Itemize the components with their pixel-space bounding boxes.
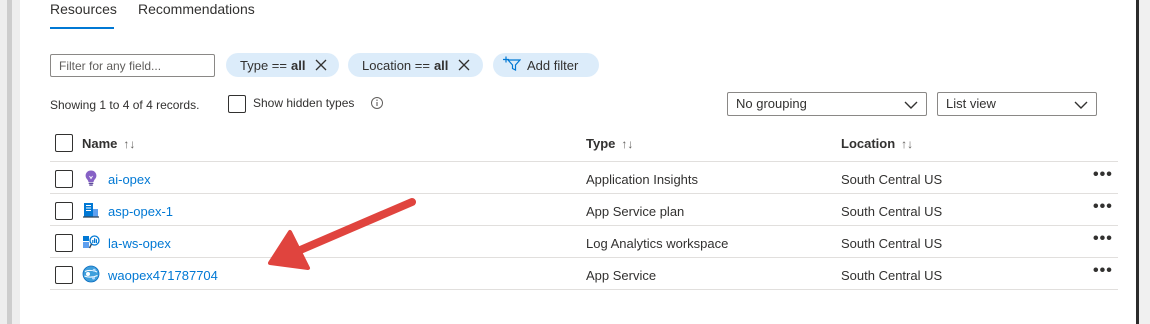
more-options-icon[interactable]: ••• [1093, 198, 1113, 216]
select-all-checkbox[interactable] [55, 134, 73, 152]
more-options-icon[interactable]: ••• [1093, 262, 1113, 280]
resource-type: App Service [586, 268, 657, 283]
table-row[interactable]: ai-opex Application Insights South Centr… [0, 162, 1150, 194]
sort-icon: ↑↓ [621, 137, 634, 151]
row-checkbox[interactable] [55, 266, 73, 284]
chevron-down-icon [1074, 98, 1088, 113]
filter-input[interactable] [50, 54, 215, 77]
log-analytics-icon [82, 233, 100, 251]
resource-name-link[interactable]: ai-opex [108, 172, 151, 187]
view-dropdown-value: List view [946, 96, 996, 111]
active-tab-indicator [50, 27, 114, 29]
grouping-dropdown[interactable]: No grouping [727, 92, 927, 116]
view-dropdown[interactable]: List view [937, 92, 1097, 116]
show-hidden-types-checkbox[interactable] [228, 95, 246, 113]
resource-location: South Central US [841, 172, 943, 187]
records-count-text: Showing 1 to 4 of 4 records. [50, 98, 200, 112]
location-filter-key: Location == [362, 57, 430, 73]
resource-type: Log Analytics workspace [586, 236, 729, 251]
column-header-location-label: Location [841, 136, 896, 151]
table-row[interactable]: waopex471787704 App Service South Centra… [0, 258, 1150, 290]
table-row[interactable]: asp-opex-1 App Service plan South Centra… [0, 194, 1150, 226]
application-insights-icon [82, 169, 100, 187]
resource-location: South Central US [841, 268, 943, 283]
type-filter-value: all [290, 57, 306, 73]
type-filter-pill[interactable]: Type == all [226, 53, 339, 77]
resource-name-link[interactable]: waopex471787704 [108, 268, 218, 283]
resource-name-link[interactable]: asp-opex-1 [108, 204, 173, 219]
row-checkbox[interactable] [55, 202, 73, 220]
close-icon[interactable] [315, 59, 327, 71]
row-checkbox[interactable] [55, 234, 73, 252]
tab-resources[interactable]: Resources [50, 1, 117, 17]
resource-location: South Central US [841, 236, 943, 251]
column-header-name-label: Name [82, 136, 118, 151]
table-row[interactable]: la-ws-opex Log Analytics workspace South… [0, 226, 1150, 258]
more-options-icon[interactable]: ••• [1093, 230, 1113, 248]
show-hidden-types-label: Show hidden types [253, 96, 355, 110]
more-options-icon[interactable]: ••• [1093, 166, 1113, 184]
resource-name-link[interactable]: la-ws-opex [108, 236, 171, 251]
row-checkbox[interactable] [55, 170, 73, 188]
add-filter-button[interactable]: Add filter [493, 53, 599, 77]
app-service-plan-icon [82, 201, 100, 219]
column-header-location[interactable]: Location ↑↓ [841, 136, 913, 151]
resource-type: App Service plan [586, 204, 685, 219]
column-header-type-label: Type [586, 136, 616, 151]
add-filter-label: Add filter [527, 57, 579, 73]
resource-location: South Central US [841, 204, 943, 219]
add-filter-icon [503, 56, 522, 75]
sort-icon: ↑↓ [123, 137, 136, 151]
column-header-name[interactable]: Name ↑↓ [82, 136, 135, 151]
type-filter-key: Type == [240, 57, 287, 73]
sort-icon: ↑↓ [901, 137, 914, 151]
resource-type: Application Insights [586, 172, 699, 187]
tab-recommendations[interactable]: Recommendations [138, 1, 255, 17]
column-header-type[interactable]: Type ↑↓ [586, 136, 633, 151]
chevron-down-icon [904, 98, 918, 113]
close-icon[interactable] [458, 59, 470, 71]
info-icon[interactable] [370, 96, 384, 113]
app-service-icon [82, 265, 100, 283]
location-filter-value: all [433, 57, 449, 73]
location-filter-pill[interactable]: Location == all [348, 53, 483, 77]
grouping-dropdown-value: No grouping [736, 96, 807, 111]
